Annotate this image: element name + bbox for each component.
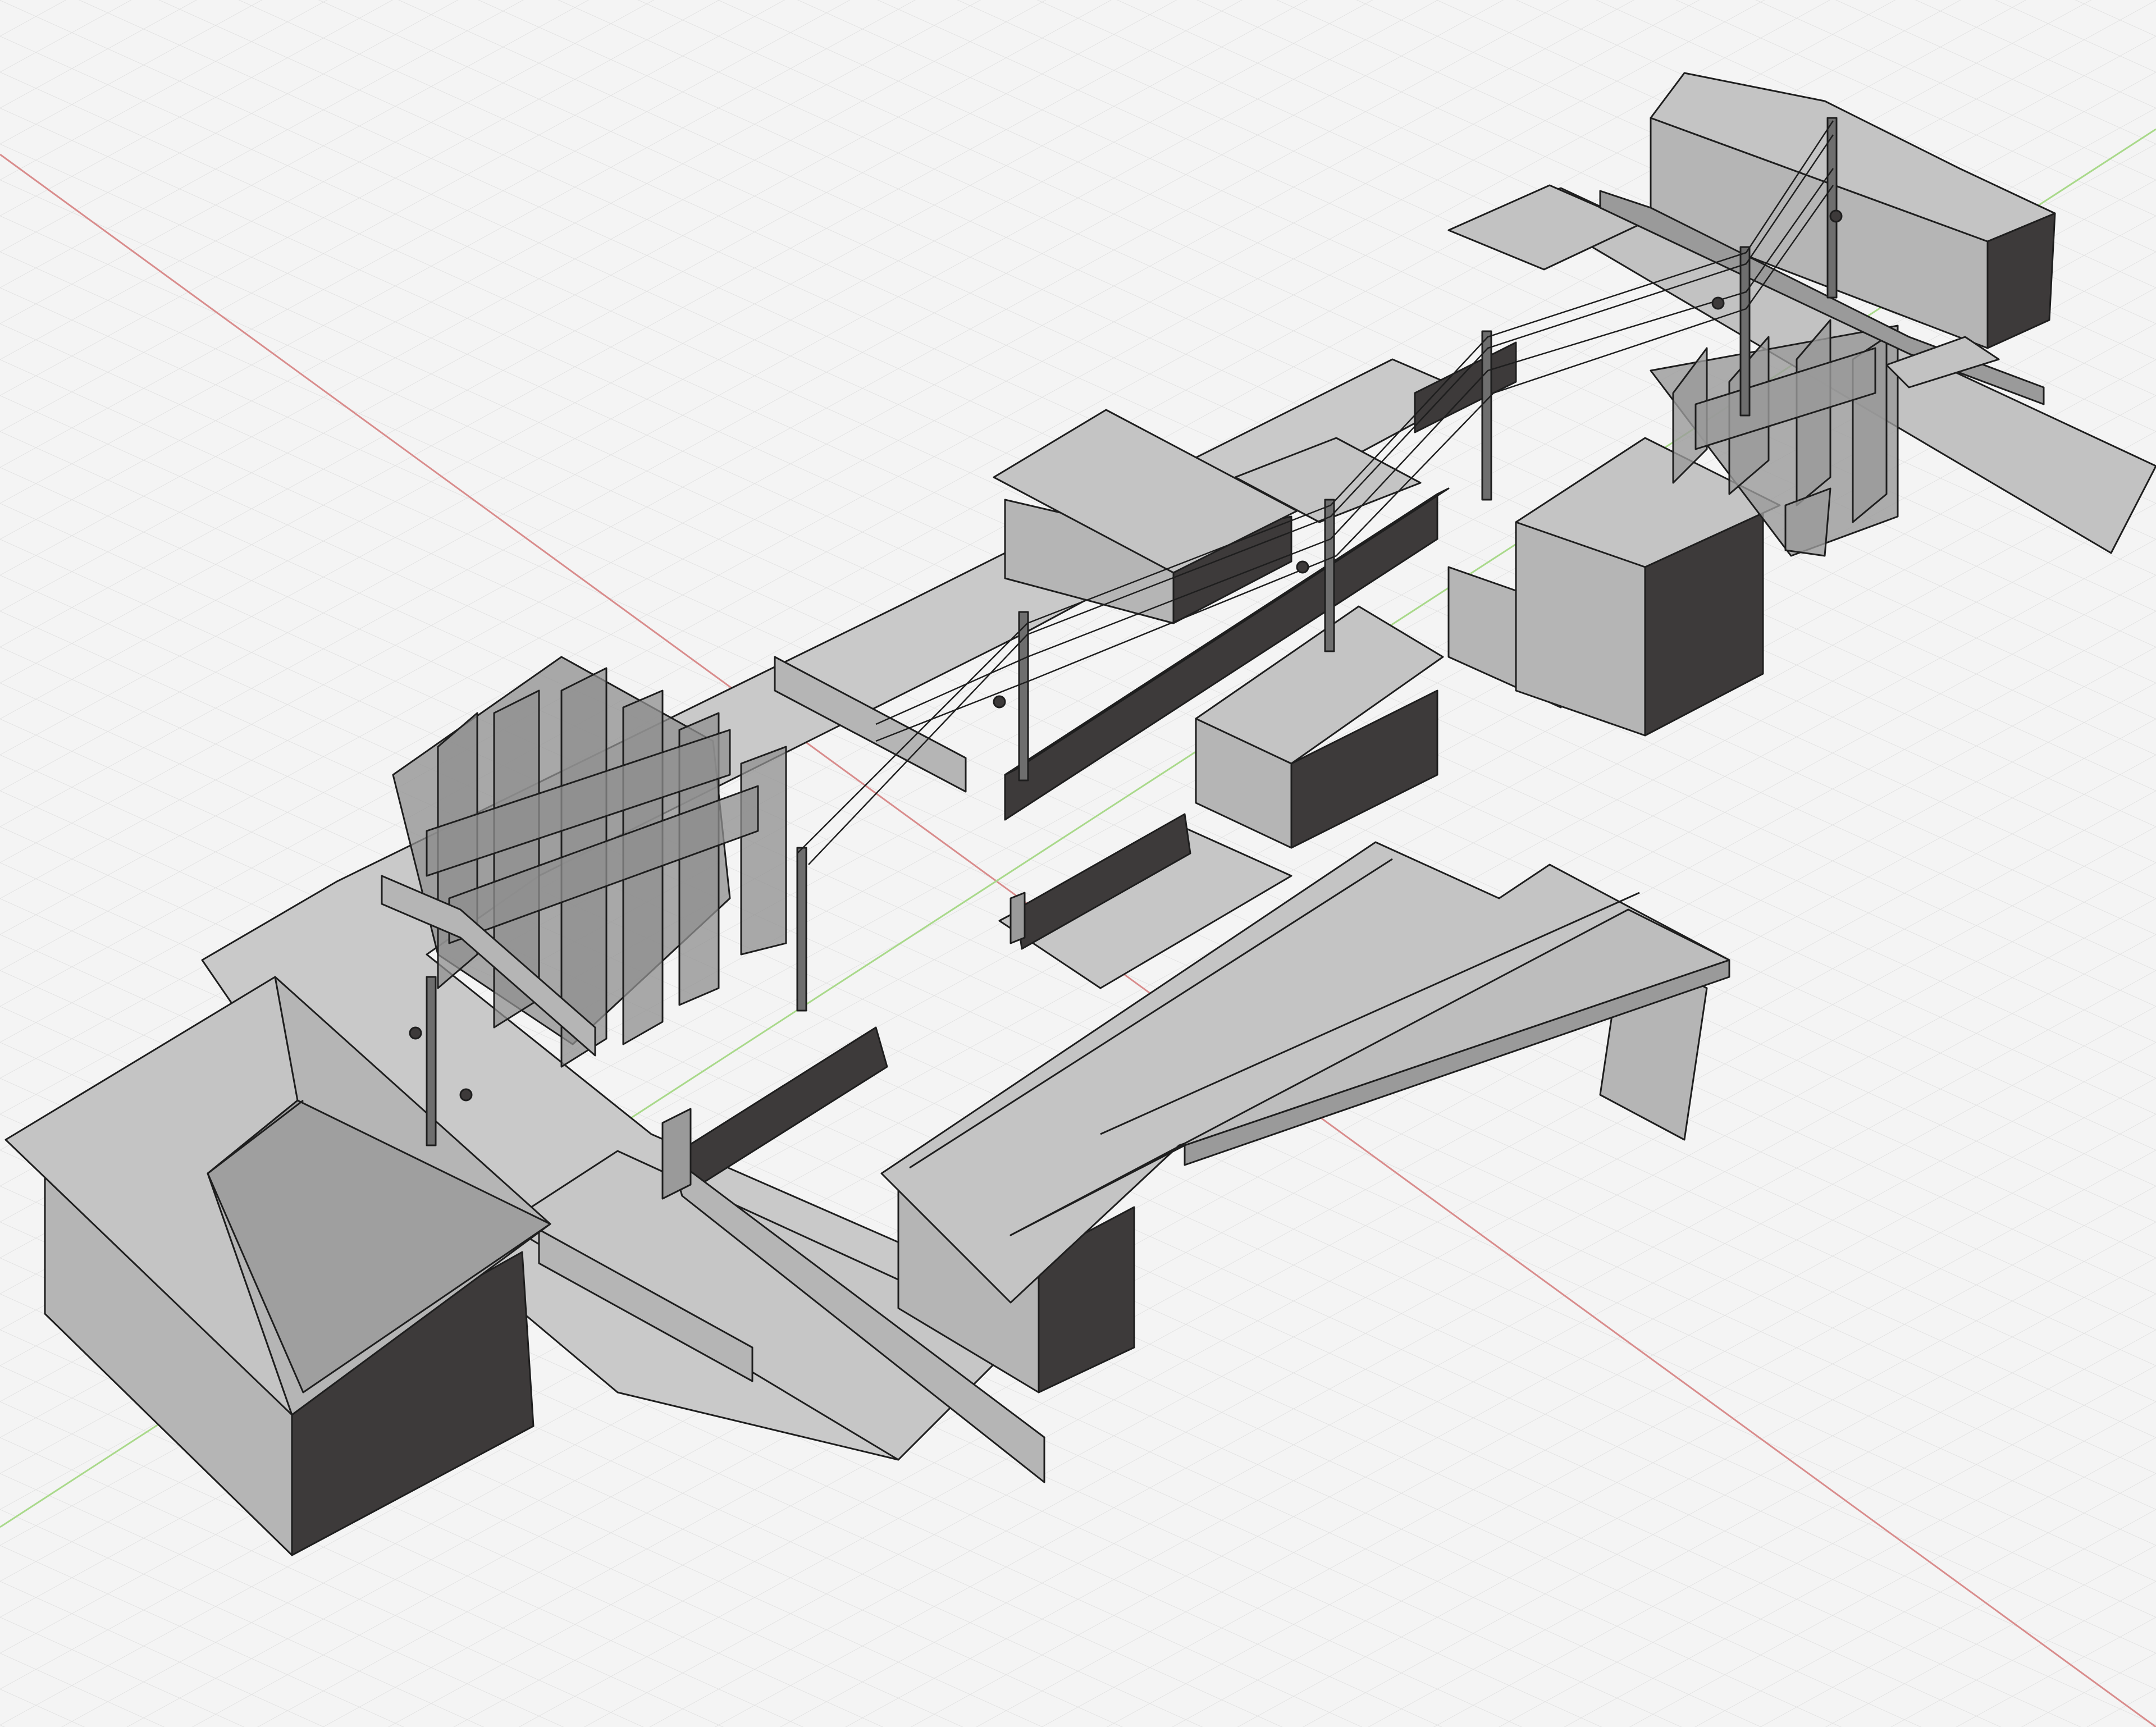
street-lamp-1: [409, 1026, 422, 1040]
wall-post-left: [661, 1108, 692, 1200]
street-lamp-6: [1829, 209, 1843, 223]
3d-scene-canvas[interactable]: [0, 0, 2156, 1727]
utility-pole-4: [1324, 499, 1335, 652]
utility-pole-5: [1481, 330, 1492, 501]
street-lamp-2: [459, 1088, 473, 1102]
cad-viewport[interactable]: [0, 0, 2156, 1727]
utility-pole-2: [796, 847, 807, 1012]
utility-pole-3: [1018, 611, 1029, 782]
utility-pole-7: [1826, 117, 1838, 299]
utility-pole-1: [426, 976, 437, 1146]
wall-segment-center-2: [1010, 892, 1026, 944]
street-lamp-4: [1296, 560, 1309, 574]
street-lamp-5: [1711, 296, 1725, 310]
street-lamp-3: [993, 695, 1006, 709]
utility-pole-6: [1739, 246, 1751, 417]
